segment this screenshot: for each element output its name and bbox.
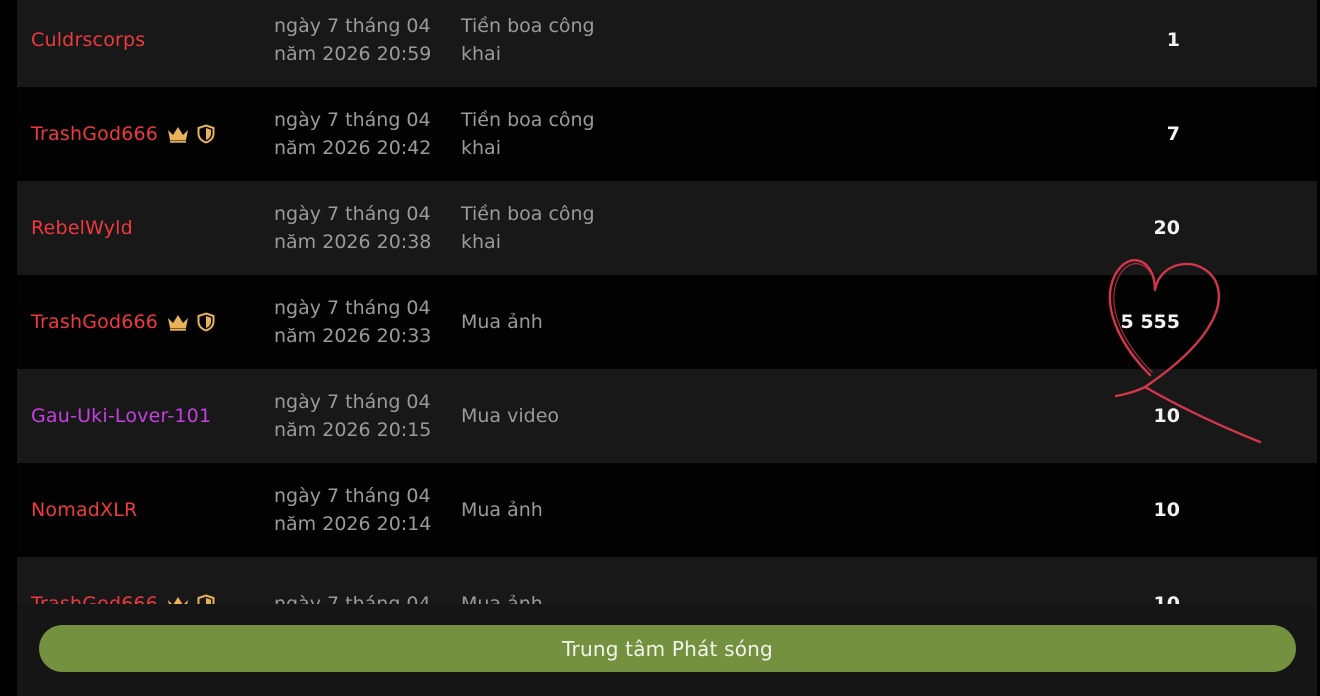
user-badges — [166, 312, 216, 332]
description-text: Tiền boa công khai — [461, 106, 595, 162]
bottom-bar: Trung tâm Phát sóng — [17, 604, 1317, 696]
date-cell: ngày 7 tháng 04 năm 2026 20:59 — [274, 0, 454, 87]
description-cell: Mua ảnh — [461, 557, 631, 604]
description-line: Mua ảnh — [461, 311, 543, 333]
date-cell: ngày 7 tháng 04 — [274, 557, 454, 604]
username-link[interactable]: TrashGod666 — [31, 593, 158, 604]
description-line: khai — [461, 43, 501, 65]
description-line: Mua ảnh — [461, 593, 543, 604]
amount-cell: 1 — [1166, 29, 1180, 51]
description-cell: Mua ảnh — [461, 463, 631, 557]
description-cell: Mua video — [461, 369, 631, 463]
amount-cell: 10 — [1153, 405, 1180, 427]
user-badges — [166, 124, 216, 144]
crown-icon — [166, 595, 190, 604]
shield-icon — [196, 312, 216, 332]
amount-cell: 20 — [1153, 217, 1180, 239]
description-text: Mua ảnh — [461, 590, 543, 604]
date-cell: ngày 7 tháng 04 năm 2026 20:42 — [274, 87, 454, 181]
table-row[interactable]: TrashGod666 ngày 7 tháng 04 năm 2026 20:42… — [17, 87, 1317, 181]
table-row[interactable]: TrashGod666 ngày 7 tháng 04 năm 2026 20:33… — [17, 275, 1317, 369]
user-cell[interactable]: NomadXLR — [31, 463, 137, 557]
amount-cell: 10 — [1153, 593, 1180, 604]
date-text: năm 2026 20:33 — [274, 325, 432, 347]
broadcast-center-button[interactable]: Trung tâm Phát sóng — [39, 625, 1296, 672]
user-cell[interactable]: TrashGod666 — [31, 275, 216, 369]
username-link[interactable]: TrashGod666 — [31, 123, 158, 145]
description-line: Tiền boa công — [461, 15, 595, 37]
date-text: năm 2026 20:59 — [274, 43, 432, 65]
table-row[interactable]: Gau-Uki-Lover-101 ngày 7 tháng 04 năm 2026… — [17, 369, 1317, 463]
description-text: Mua video — [461, 402, 559, 430]
user-cell[interactable]: TrashGod666 — [31, 557, 216, 604]
date-text: ngày 7 tháng 04 — [274, 593, 431, 604]
description-text: Mua ảnh — [461, 308, 543, 336]
description-line: Mua video — [461, 405, 560, 427]
username-link[interactable]: Gau-Uki-Lover-101 — [31, 405, 211, 427]
crown-icon — [166, 125, 190, 143]
date-text: ngày 7 tháng 04 — [274, 391, 431, 413]
date-cell: ngày 7 tháng 04 năm 2026 20:14 — [274, 463, 454, 557]
username-link[interactable]: TrashGod666 — [31, 311, 158, 333]
description-line: Tiền boa công — [461, 109, 595, 131]
date-cell: ngày 7 tháng 04 năm 2026 20:33 — [274, 275, 454, 369]
date-text: năm 2026 20:14 — [274, 513, 432, 535]
description-cell: Mua ảnh — [461, 275, 631, 369]
user-cell[interactable]: Gau-Uki-Lover-101 — [31, 369, 211, 463]
description-line: khai — [461, 137, 501, 159]
user-cell[interactable]: Culdrscorps — [31, 0, 145, 87]
date-text: năm 2026 20:15 — [274, 419, 432, 441]
table-row[interactable]: RebelWyld ngày 7 tháng 04 năm 2026 20:38 Ti… — [17, 181, 1317, 275]
transactions-page: Culdrscorps ngày 7 tháng 04 năm 2026 20:59… — [0, 0, 1320, 696]
description-text: Mua ảnh — [461, 496, 543, 524]
date-text: năm 2026 20:42 — [274, 137, 432, 159]
date-cell: ngày 7 tháng 04 năm 2026 20:38 — [274, 181, 454, 275]
description-line: Tiền boa công — [461, 203, 595, 225]
date-text: ngày 7 tháng 04 — [274, 109, 431, 131]
description-cell: Tiền boa công khai — [461, 181, 631, 275]
user-cell[interactable]: TrashGod666 — [31, 87, 216, 181]
table-row[interactable]: NomadXLR ngày 7 tháng 04 năm 2026 20:14 Mua… — [17, 463, 1317, 557]
user-badges — [166, 594, 216, 604]
amount-cell: 10 — [1153, 499, 1180, 521]
shield-icon — [196, 594, 216, 604]
table-row[interactable]: Culdrscorps ngày 7 tháng 04 năm 2026 20:59… — [17, 0, 1317, 87]
date-text: ngày 7 tháng 04 — [274, 203, 431, 225]
description-text: Tiền boa công khai — [461, 12, 595, 68]
user-cell[interactable]: RebelWyld — [31, 181, 133, 275]
date-text: ngày 7 tháng 04 — [274, 297, 431, 319]
description-line: Mua ảnh — [461, 499, 543, 521]
username-link[interactable]: Culdrscorps — [31, 29, 145, 51]
description-cell: Tiền boa công khai — [461, 0, 631, 87]
description-cell: Tiền boa công khai — [461, 87, 631, 181]
description-line: khai — [461, 231, 501, 253]
date-text: ngày 7 tháng 04 — [274, 485, 431, 507]
amount-cell: 7 — [1166, 123, 1180, 145]
date-cell: ngày 7 tháng 04 năm 2026 20:15 — [274, 369, 454, 463]
table-row[interactable]: TrashGod666 ngày 7 tháng 04 Mua ảnh 10 — [17, 557, 1317, 604]
date-text: năm 2026 20:38 — [274, 231, 432, 253]
crown-icon — [166, 313, 190, 331]
date-text: ngày 7 tháng 04 — [274, 15, 431, 37]
description-text: Tiền boa công khai — [461, 200, 595, 256]
amount-cell: 5 555 — [1120, 311, 1181, 333]
username-link[interactable]: RebelWyld — [31, 217, 133, 239]
transactions-table[interactable]: Culdrscorps ngày 7 tháng 04 năm 2026 20:59… — [17, 0, 1317, 604]
shield-icon — [196, 124, 216, 144]
username-link[interactable]: NomadXLR — [31, 499, 137, 521]
